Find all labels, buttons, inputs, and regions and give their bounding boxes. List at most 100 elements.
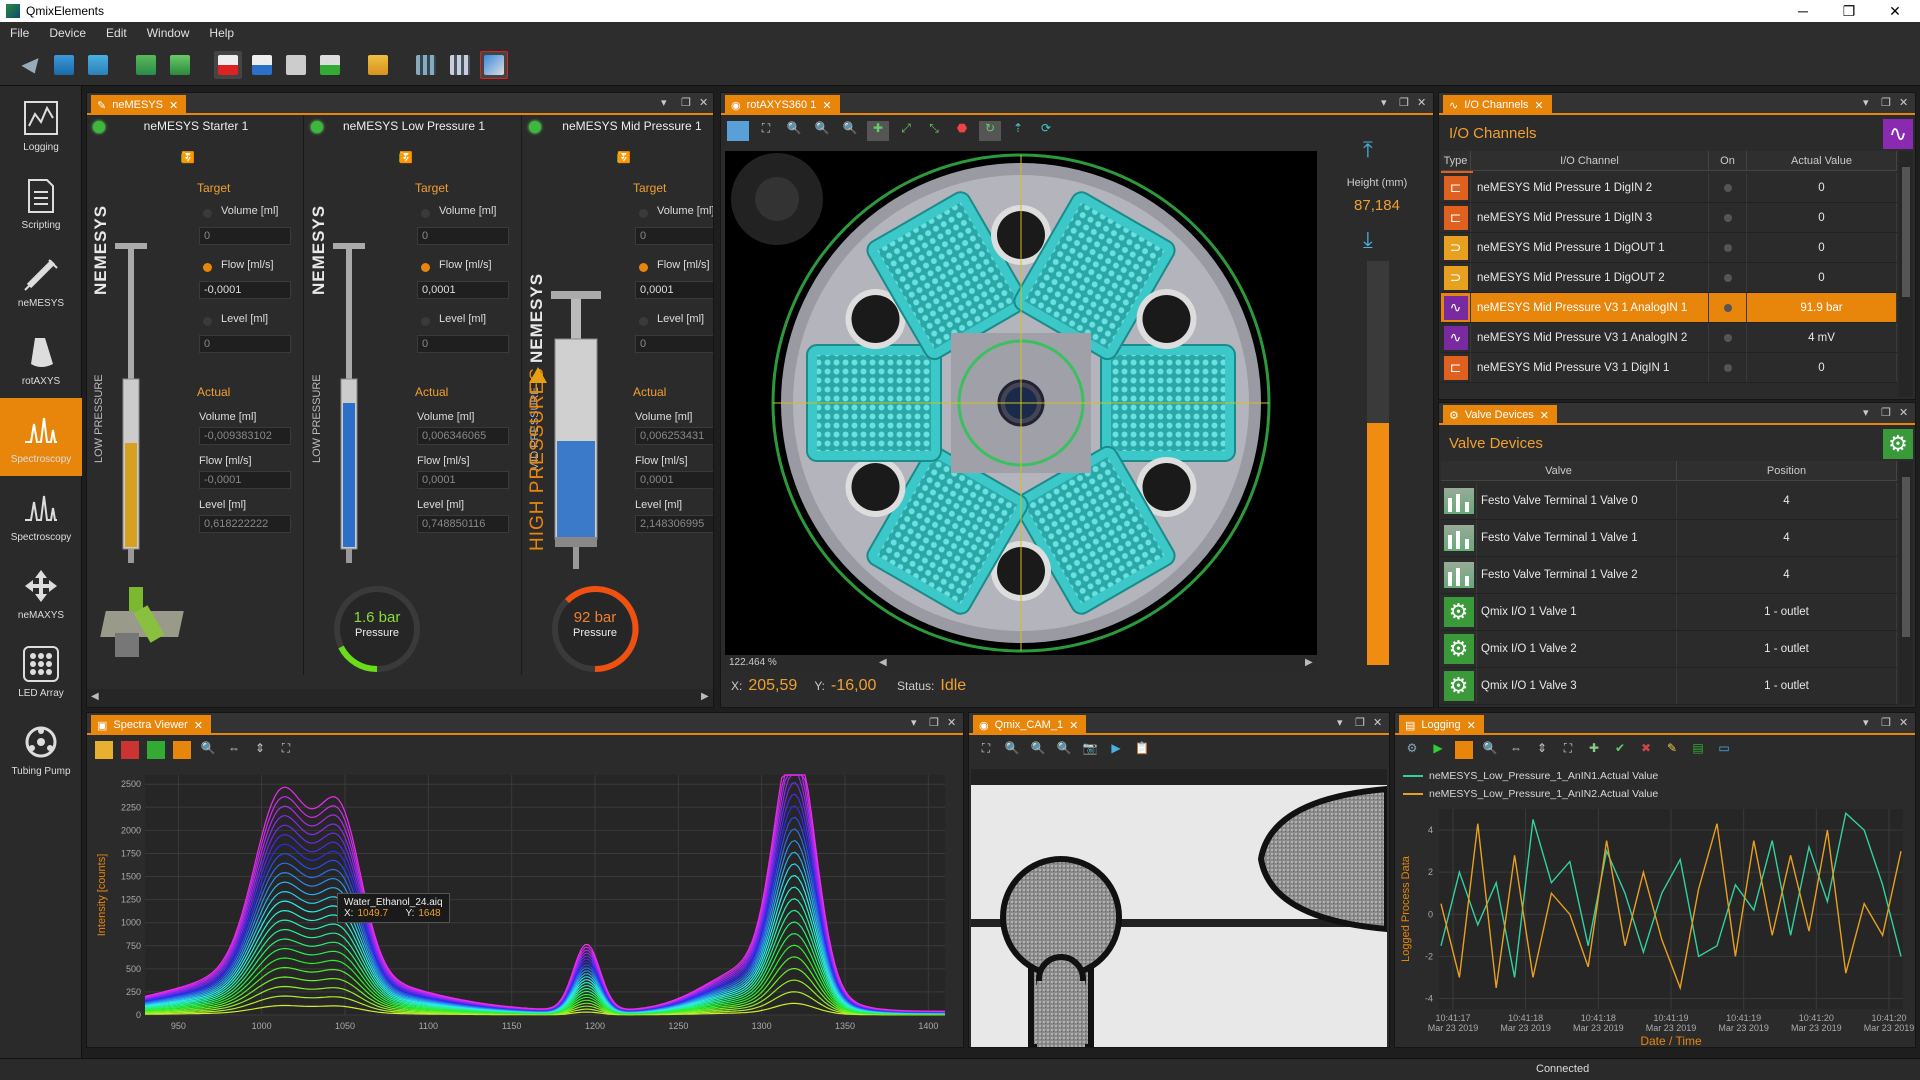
valve-row[interactable]: ⚙ Qmix I/O 1 Valve 2 1 - outlet (1441, 631, 1897, 668)
menu-device[interactable]: Device (39, 26, 96, 40)
volume-radio[interactable] (639, 209, 648, 218)
close-button[interactable]: ✕ (1872, 0, 1918, 22)
target-flow-input[interactable]: -0,0001 (199, 281, 291, 299)
col-valve[interactable]: Valve (1441, 461, 1677, 480)
dropdown-icon[interactable]: ▾ (661, 96, 667, 109)
height-slider[interactable] (1367, 261, 1389, 665)
io-row[interactable]: ⊃ neMESYS Mid Pressure 1 DigOUT 1 0 (1441, 233, 1897, 263)
dropdown-icon[interactable]: ▾ (1863, 406, 1869, 419)
sidebar-item-rotaxys[interactable]: rotAXYS (0, 320, 82, 398)
fit-all-icon[interactable]: ⛶ (277, 741, 295, 759)
target-volume-input[interactable]: 0 (199, 227, 291, 245)
target-volume-input[interactable]: 0 (417, 227, 509, 245)
start-icon[interactable]: ▶ (1429, 741, 1447, 759)
check-icon[interactable]: ✔ (1611, 741, 1629, 759)
pan-icon[interactable] (1455, 741, 1473, 759)
horizontal-scrollbar[interactable]: ◀ ▶ (87, 689, 713, 707)
io-row[interactable]: ⊃ neMESYS Mid Pressure 1 DigOUT 2 0 (1441, 263, 1897, 293)
channel-on-indicator[interactable] (1723, 363, 1732, 372)
view-icon[interactable] (727, 121, 749, 141)
settings-icon[interactable]: ⚙ (1403, 741, 1421, 759)
close-icon[interactable]: ✕ (1373, 716, 1382, 729)
float-icon[interactable]: ❐ (1881, 406, 1891, 419)
level-radio[interactable] (421, 317, 430, 326)
close-icon[interactable]: ✕ (1899, 406, 1908, 419)
zoom-reset-icon[interactable]: 🔍 (839, 121, 861, 141)
close-tab-icon[interactable]: ✕ (194, 719, 203, 732)
float-icon[interactable]: ❐ (929, 716, 939, 729)
channel-on-indicator[interactable] (1723, 273, 1732, 282)
sidebar-item-spectroscopy[interactable]: Spectroscopy (0, 398, 82, 476)
volume-radio[interactable] (203, 209, 212, 218)
io-row[interactable]: ∿ neMESYS Mid Pressure V3 1 AnalogIN 2 4… (1441, 323, 1897, 353)
monitor-icon[interactable]: ▭ (1715, 741, 1733, 759)
channel-on-indicator[interactable] (1723, 303, 1732, 312)
fit-y-icon[interactable]: ⇕ (1533, 741, 1551, 759)
menu-file[interactable]: File (0, 26, 39, 40)
io-row[interactable]: ⊏ neMESYS Mid Pressure 1 DigIN 3 0 (1441, 203, 1897, 233)
height-up-icon[interactable]: ⤒ (1363, 137, 1373, 163)
stop-icon[interactable]: ⬣ (951, 121, 973, 141)
move-icon[interactable]: ⤢ (895, 121, 917, 141)
valve-row[interactable]: Festo Valve Terminal 1 Valve 2 4 (1441, 557, 1897, 594)
target-level-input[interactable]: 0 (199, 335, 291, 353)
volume-radio[interactable] (421, 209, 430, 218)
delete-icon[interactable]: ✖ (1637, 741, 1655, 759)
view-scrollbar[interactable]: 122.464 % ◀ ▶ (725, 657, 1317, 671)
target-flow-input[interactable]: 0,0001 (635, 281, 713, 299)
zoom-in-icon[interactable]: 🔍 (783, 121, 805, 141)
channel-on-indicator[interactable] (1723, 213, 1732, 222)
device-config-button[interactable] (248, 51, 276, 79)
close-tab-icon[interactable]: ✕ (1540, 409, 1549, 422)
channel-on-indicator[interactable] (1723, 183, 1732, 192)
tab-rotaxys[interactable]: ◉ rotAXYS360 1 ✕ (725, 95, 840, 115)
clipboard-icon[interactable]: 📋 (1133, 741, 1151, 759)
sidebar-item-scripting[interactable]: Scripting (0, 164, 82, 242)
export-icon[interactable]: ▤ (1689, 741, 1707, 759)
dropdown-icon[interactable]: ▾ (1381, 96, 1387, 109)
open-icon[interactable] (95, 741, 113, 759)
stop-all-button[interactable] (214, 50, 242, 79)
target-icon[interactable]: ✚ (867, 121, 889, 141)
legend-item[interactable]: neMESYS_Low_Pressure_1_AnIN1.Actual Valu… (1429, 770, 1658, 782)
target-volume-input[interactable]: 0 (635, 227, 713, 245)
save-as-button[interactable] (166, 51, 194, 79)
float-icon[interactable]: ❐ (681, 96, 691, 109)
io-scrollbar[interactable] (1899, 151, 1913, 397)
tab-spectra-viewer[interactable]: ▣ Spectra Viewer ✕ (91, 715, 212, 735)
sidebar-item-led-array[interactable]: LED Array (0, 632, 82, 710)
valve-row[interactable]: Festo Valve Terminal 1 Valve 1 4 (1441, 520, 1897, 557)
menu-help[interactable]: Help (199, 26, 244, 40)
spectra-chart[interactable]: 0 250 500 750 1000 1250 1500 1750 2000 2250 2500 95… (87, 765, 963, 1047)
col-on[interactable]: On (1709, 151, 1747, 170)
record-icon[interactable]: ▶ (1107, 741, 1125, 759)
fit-x-icon[interactable]: ⇔ (225, 741, 243, 759)
valve-position[interactable]: 1 - outlet (1677, 594, 1897, 630)
snapshot-icon[interactable]: 📷 (1081, 741, 1099, 759)
disconnect-button[interactable] (480, 50, 508, 79)
pan-icon[interactable] (173, 741, 191, 759)
valve-position[interactable]: 1 - outlet (1677, 631, 1897, 667)
new-config-button[interactable] (50, 51, 78, 79)
channel-on-indicator[interactable] (1723, 333, 1732, 342)
close-tab-icon[interactable]: ✕ (1534, 99, 1543, 112)
valve-scrollbar[interactable] (1899, 461, 1913, 705)
calibrate-icon[interactable]: ↻ (399, 151, 408, 164)
edit-icon[interactable]: ✎ (1663, 741, 1681, 759)
folder-button[interactable] (364, 51, 392, 79)
tab-logging[interactable]: ▤ Logging ✕ (1399, 715, 1484, 735)
minimize-button[interactable]: ─ (1780, 0, 1826, 22)
refresh-icon[interactable]: ⟳ (1035, 121, 1057, 141)
dropdown-icon[interactable]: ▾ (1337, 716, 1343, 729)
calibrate-icon[interactable]: ↻ (181, 151, 190, 164)
legend-item[interactable]: neMESYS_Low_Pressure_1_AnIN2.Actual Valu… (1429, 788, 1658, 800)
layout2-button[interactable] (446, 51, 474, 79)
close-icon[interactable]: ✕ (699, 96, 708, 109)
target-flow-input[interactable]: 0,0001 (417, 281, 509, 299)
io-row[interactable]: ⊏ neMESYS Mid Pressure 1 DigIN 2 0 (1441, 173, 1897, 203)
tab-valve-devices[interactable]: ⚙ Valve Devices ✕ (1443, 405, 1557, 425)
logging-chart[interactable]: -4 -2 0 2 4 10:41:17 Mar 23 2019 10:41:18 Mar 23… (1395, 805, 1915, 1047)
dropdown-icon[interactable]: ▾ (911, 716, 917, 729)
close-tab-icon[interactable]: ✕ (1069, 719, 1078, 732)
fit-all-icon[interactable]: ⛶ (1559, 741, 1577, 759)
